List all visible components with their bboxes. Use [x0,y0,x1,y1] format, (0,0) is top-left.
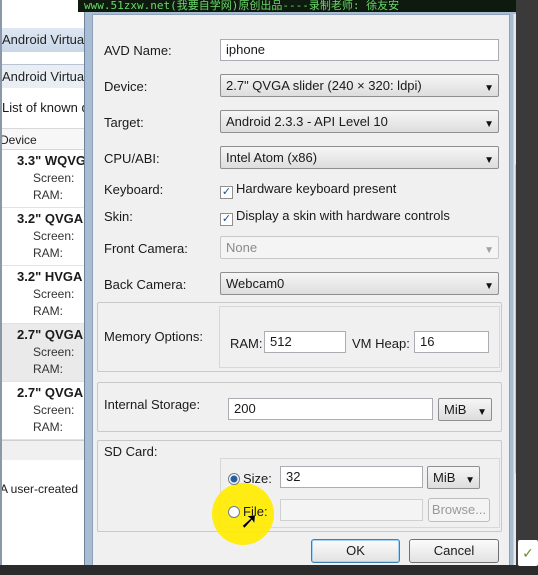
dropdown-arrow-icon: ▼ [484,83,494,94]
checkbox-checked-icon: ✓ [220,186,233,199]
taskbar-edge [0,565,538,575]
front-camera-label: Front Camera: [104,241,188,256]
dropdown-arrow-icon: ▼ [484,155,494,166]
target-select-value: Android 2.3.3 - API Level 10 [226,114,388,129]
device-name: 3.2" QVGA [17,211,84,226]
vm-heap-input[interactable]: 16 [414,331,489,353]
sd-file-input[interactable] [280,499,423,521]
device-name: 2.7" QVGA [17,385,84,400]
ok-button[interactable]: OK [311,539,400,563]
browse-button[interactable]: Browse... [428,498,490,522]
dropdown-arrow-icon: ▼ [465,475,475,486]
ram-label: RAM: [33,304,63,318]
ram-label: RAM: [33,246,63,260]
dropdown-arrow-icon: ▼ [484,245,494,256]
internal-storage-input[interactable]: 200 [228,398,433,420]
watermark-banner: www.51zxw.net(我要自学网)原创出品----录制老师: 徐友安 [78,0,516,12]
keyboard-label: Keyboard: [104,182,164,197]
device-label: Device: [104,79,148,94]
screen-label: Screen: [33,287,75,301]
manager-footer-note: A user-created [0,482,79,496]
device-select-value: 2.7" QVGA slider (240 × 320: ldpi) [226,78,422,93]
front-camera-select-value: None [226,240,258,255]
sd-size-input[interactable]: 32 [280,466,423,488]
cpu-abi-select[interactable]: Intel Atom (x86) ▼ [220,146,499,169]
avd-name-label: AVD Name: [104,43,172,58]
back-camera-select[interactable]: Webcam0 ▼ [220,272,499,295]
screen-label: Screen: [33,171,75,185]
display-skin-checkbox-label: Display a skin with hardware controls [236,208,450,223]
front-camera-select[interactable]: None ▼ [220,236,499,259]
avd-name-input[interactable]: iphone [220,39,499,61]
sd-size-unit-select[interactable]: MiB ▼ [427,466,480,489]
display-skin-checkbox[interactable]: ✓ Display a skin with hardware controls [220,208,450,226]
ram-label: RAM: [33,420,63,434]
target-label: Target: [104,115,144,130]
checkbox-checked-icon: ✓ [220,213,233,226]
device-name: 3.2" HVGA [17,269,83,284]
ram-label: RAM: [33,362,63,376]
memory-options-label: Memory Options: [104,329,203,344]
device-select[interactable]: 2.7" QVGA slider (240 × 320: ldpi) ▼ [220,74,499,97]
device-name: 2.7" QVGA [17,327,84,342]
taskbar-app-icon[interactable]: ✓ [518,540,538,566]
sd-size-radio-label: Size: [243,471,272,486]
screen-label: Screen: [33,229,75,243]
internal-storage-unit-select[interactable]: MiB ▼ [438,398,492,421]
cpu-abi-label: CPU/ABI: [104,151,160,166]
mouse-cursor-icon: ➚ [240,508,259,533]
sd-size-unit-value: MiB [433,470,456,485]
ram-input[interactable]: 512 [264,331,346,353]
sd-card-label: SD Card: [104,444,158,459]
radio-unselected-icon [228,506,240,518]
internal-storage-label: Internal Storage: [104,397,201,412]
back-camera-label: Back Camera: [104,277,187,292]
window-edge [0,0,2,575]
back-camera-select-value: Webcam0 [226,276,285,291]
hardware-keyboard-checkbox[interactable]: ✓ Hardware keyboard present [220,181,396,199]
ram-label: RAM: [33,188,63,202]
radio-selected-icon [228,473,240,485]
internal-storage-unit-value: MiB [444,402,467,417]
sd-size-radio[interactable]: Size: [228,471,272,486]
desktop-edge [516,0,538,575]
target-select[interactable]: Android 2.3.3 - API Level 10 ▼ [220,110,499,133]
cancel-button[interactable]: Cancel [409,539,499,563]
dropdown-arrow-icon: ▼ [477,407,487,418]
cpu-abi-select-value: Intel Atom (x86) [226,150,318,165]
screen-label: Screen: [33,403,75,417]
ram-label: RAM: [230,336,263,351]
dropdown-arrow-icon: ▼ [484,119,494,130]
hardware-keyboard-checkbox-label: Hardware keyboard present [236,181,397,196]
dropdown-arrow-icon: ▼ [484,281,494,292]
screen-label: Screen: [33,345,75,359]
skin-label: Skin: [104,209,133,224]
vm-heap-label: VM Heap: [352,336,410,351]
